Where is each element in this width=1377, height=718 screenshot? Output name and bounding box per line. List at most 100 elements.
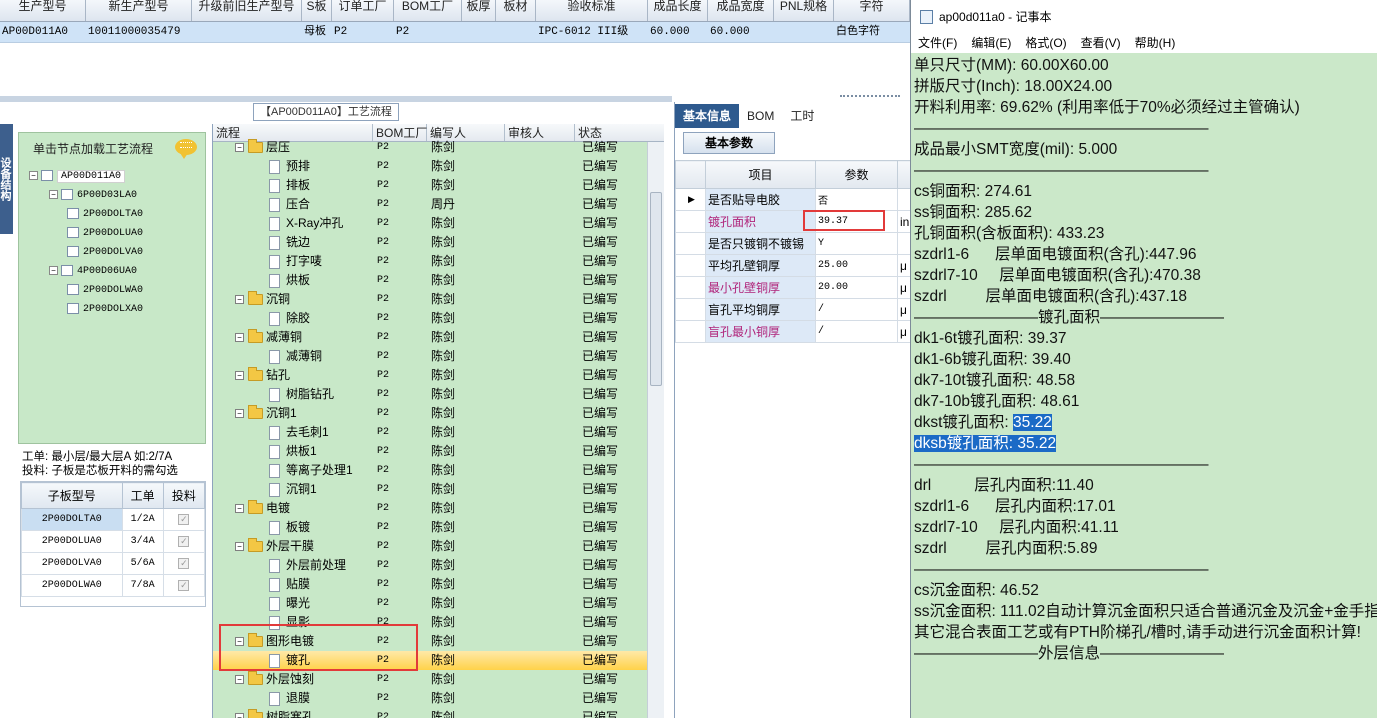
top-col-header[interactable]: BOM工厂 xyxy=(394,0,462,21)
process-row[interactable]: 贴膜 P2 陈剑 已编写 xyxy=(213,575,649,594)
process-row[interactable]: − 层压 P2 陈剑 已编写 xyxy=(213,138,649,157)
notepad-menu-item[interactable]: 格式(O) xyxy=(1025,34,1066,53)
collapse-icon[interactable]: − xyxy=(29,170,38,180)
node-checkbox-icon[interactable] xyxy=(67,283,79,295)
collapse-icon[interactable]: − xyxy=(235,333,244,343)
node-checkbox-icon[interactable] xyxy=(67,302,79,314)
param-value[interactable]: / xyxy=(815,298,898,321)
top-col-header[interactable]: 板厚 xyxy=(462,0,496,21)
top-col-header[interactable]: 新生产型号 xyxy=(86,0,192,21)
table-row[interactable]: 平均孔壁铜厚 25.00 μ xyxy=(675,254,911,277)
top-col-header[interactable]: 订单工厂 xyxy=(332,0,394,21)
param-value[interactable]: 20.00 xyxy=(815,276,898,299)
table-row[interactable]: 2P00DOLUA0 3/4A ✓ xyxy=(21,530,206,553)
top-col-header[interactable]: 字符 xyxy=(834,0,910,21)
process-row[interactable]: 预排 P2 陈剑 已编写 xyxy=(213,157,649,176)
chat-bubble-icon[interactable] xyxy=(175,139,197,159)
node-checkbox-icon[interactable] xyxy=(67,207,79,219)
process-row[interactable]: 板镀 P2 陈剑 已编写 xyxy=(213,518,649,537)
collapse-icon[interactable]: − xyxy=(49,189,58,199)
notepad-menu-item[interactable]: 编辑(E) xyxy=(971,34,1011,53)
collapse-icon[interactable]: − xyxy=(235,542,244,552)
collapse-icon[interactable]: − xyxy=(235,675,244,685)
collapse-icon[interactable]: − xyxy=(235,504,244,514)
process-row[interactable]: 等离子处理1 P2 陈剑 已编写 xyxy=(213,461,649,480)
node-checkbox-icon[interactable] xyxy=(67,245,79,257)
notepad-menu-item[interactable]: 帮助(H) xyxy=(1135,34,1176,53)
node-checkbox-icon[interactable] xyxy=(61,188,73,200)
table-row[interactable]: 2P00DOLVA0 5/6A ✓ xyxy=(21,552,206,575)
collapse-icon[interactable]: − xyxy=(235,371,244,381)
process-scrollbar[interactable] xyxy=(647,142,664,718)
process-row[interactable]: − 减薄铜 P2 陈剑 已编写 xyxy=(213,328,649,347)
collapse-icon[interactable]: − xyxy=(49,265,58,275)
top-grid-row[interactable]: AP00D011A0 10011000035479 母板 P2 P2 IPC-6012 I… xyxy=(0,22,910,43)
process-row[interactable]: 烘板 P2 陈剑 已编写 xyxy=(213,271,649,290)
process-row[interactable]: 树脂钻孔 P2 陈剑 已编写 xyxy=(213,385,649,404)
tab-bom[interactable]: BOM xyxy=(739,104,782,128)
process-row[interactable]: 除胶 P2 陈剑 已编写 xyxy=(213,309,649,328)
tree-node[interactable]: − 4P00D06UA0 xyxy=(49,264,137,279)
tree-node[interactable]: 2P00DOLWA0 xyxy=(67,283,143,298)
tree-node[interactable]: 2P00DOLVA0 xyxy=(67,245,143,260)
process-row[interactable]: 铣边 P2 陈剑 已编写 xyxy=(213,233,649,252)
process-row[interactable]: 烘板1 P2 陈剑 已编写 xyxy=(213,442,649,461)
param-value[interactable]: 25.00 xyxy=(815,254,898,277)
feed-checkbox[interactable]: ✓ xyxy=(178,536,190,547)
top-col-header[interactable]: 升级前旧生产型号 xyxy=(192,0,302,21)
collapse-icon[interactable]: − xyxy=(235,143,244,153)
tree-node[interactable]: − 6P00D03LA0 xyxy=(49,188,137,203)
process-row[interactable]: 沉铜1 P2 陈剑 已编写 xyxy=(213,480,649,499)
top-col-header[interactable]: PNL规格 xyxy=(774,0,834,21)
process-row[interactable]: − 沉铜1 P2 陈剑 已编写 xyxy=(213,404,649,423)
process-row[interactable]: − 沉铜 P2 陈剑 已编写 xyxy=(213,290,649,309)
table-row[interactable]: 2P00DOLWA0 7/8A ✓ xyxy=(21,574,206,597)
table-row[interactable]: ▶ 是否贴导电胶否 xyxy=(675,188,911,211)
node-checkbox-icon[interactable] xyxy=(41,169,53,181)
table-row[interactable]: 是否只镀铜不镀锡 Y xyxy=(675,232,911,255)
splitter-grip[interactable] xyxy=(840,95,900,99)
process-row[interactable]: − 钻孔 P2 陈剑 已编写 xyxy=(213,366,649,385)
process-row[interactable]: 压合 P2 周丹 已编写 xyxy=(213,195,649,214)
process-row[interactable]: − 树脂塞孔 P2 陈剑 已编写 xyxy=(213,708,649,718)
notepad-menu-item[interactable]: 查看(V) xyxy=(1081,34,1121,53)
param-value[interactable]: 否 xyxy=(815,188,898,211)
top-col-header[interactable]: 成品长度 xyxy=(648,0,708,21)
top-col-header[interactable]: 生产型号 xyxy=(0,0,86,21)
tab-basic-params[interactable]: 基本参数 xyxy=(683,132,775,154)
process-row[interactable]: 去毛刺1 P2 陈剑 已编写 xyxy=(213,423,649,442)
feed-checkbox[interactable]: ✓ xyxy=(178,580,190,591)
process-row[interactable]: X-Ray冲孔 P2 陈剑 已编写 xyxy=(213,214,649,233)
tree-node[interactable]: 2P00DOLTA0 xyxy=(67,207,143,222)
top-col-header[interactable]: 验收标准 xyxy=(536,0,648,21)
scroll-thumb[interactable] xyxy=(650,192,662,386)
collapse-icon[interactable]: − xyxy=(235,295,244,305)
param-value[interactable]: Y xyxy=(815,232,898,255)
collapse-icon[interactable]: − xyxy=(235,713,244,718)
node-checkbox-icon[interactable] xyxy=(61,264,73,276)
feed-cell[interactable]: ✓ xyxy=(162,552,206,575)
process-row[interactable]: 打字唛 P2 陈剑 已编写 xyxy=(213,252,649,271)
feed-cell[interactable]: ✓ xyxy=(162,530,206,553)
side-tab-strip[interactable]: 设备结构 xyxy=(0,124,13,234)
feed-checkbox[interactable]: ✓ xyxy=(178,558,190,569)
feed-cell[interactable]: ✓ xyxy=(162,508,206,531)
process-row[interactable]: 排板 P2 陈剑 已编写 xyxy=(213,176,649,195)
top-col-header[interactable]: 成品宽度 xyxy=(708,0,774,21)
process-row[interactable]: 减薄铜 P2 陈剑 已编写 xyxy=(213,347,649,366)
table-row[interactable]: 2P00DOLTA0 1/2A ✓ xyxy=(21,508,206,531)
notepad-menu-item[interactable]: 文件(F) xyxy=(918,34,957,53)
tab-basic-info[interactable]: 基本信息 xyxy=(675,104,740,128)
tree-node[interactable]: 2P00DOLXA0 xyxy=(67,302,143,317)
process-row[interactable]: 退膜 P2 陈剑 已编写 xyxy=(213,689,649,708)
process-row[interactable]: − 外层干膜 P2 陈剑 已编写 xyxy=(213,537,649,556)
table-row[interactable]: 盲孔平均铜厚 / μ xyxy=(675,298,911,321)
tree-node[interactable]: − AP00D011A0 xyxy=(29,169,126,184)
process-row[interactable]: 曝光 P2 陈剑 已编写 xyxy=(213,594,649,613)
feed-cell[interactable]: ✓ xyxy=(162,574,206,597)
top-col-header[interactable]: 板材 xyxy=(496,0,536,21)
feed-checkbox[interactable]: ✓ xyxy=(178,514,190,525)
table-row[interactable]: 盲孔最小铜厚 / μ xyxy=(675,320,911,343)
top-col-header[interactable]: S板 xyxy=(302,0,332,21)
node-checkbox-icon[interactable] xyxy=(67,226,79,238)
